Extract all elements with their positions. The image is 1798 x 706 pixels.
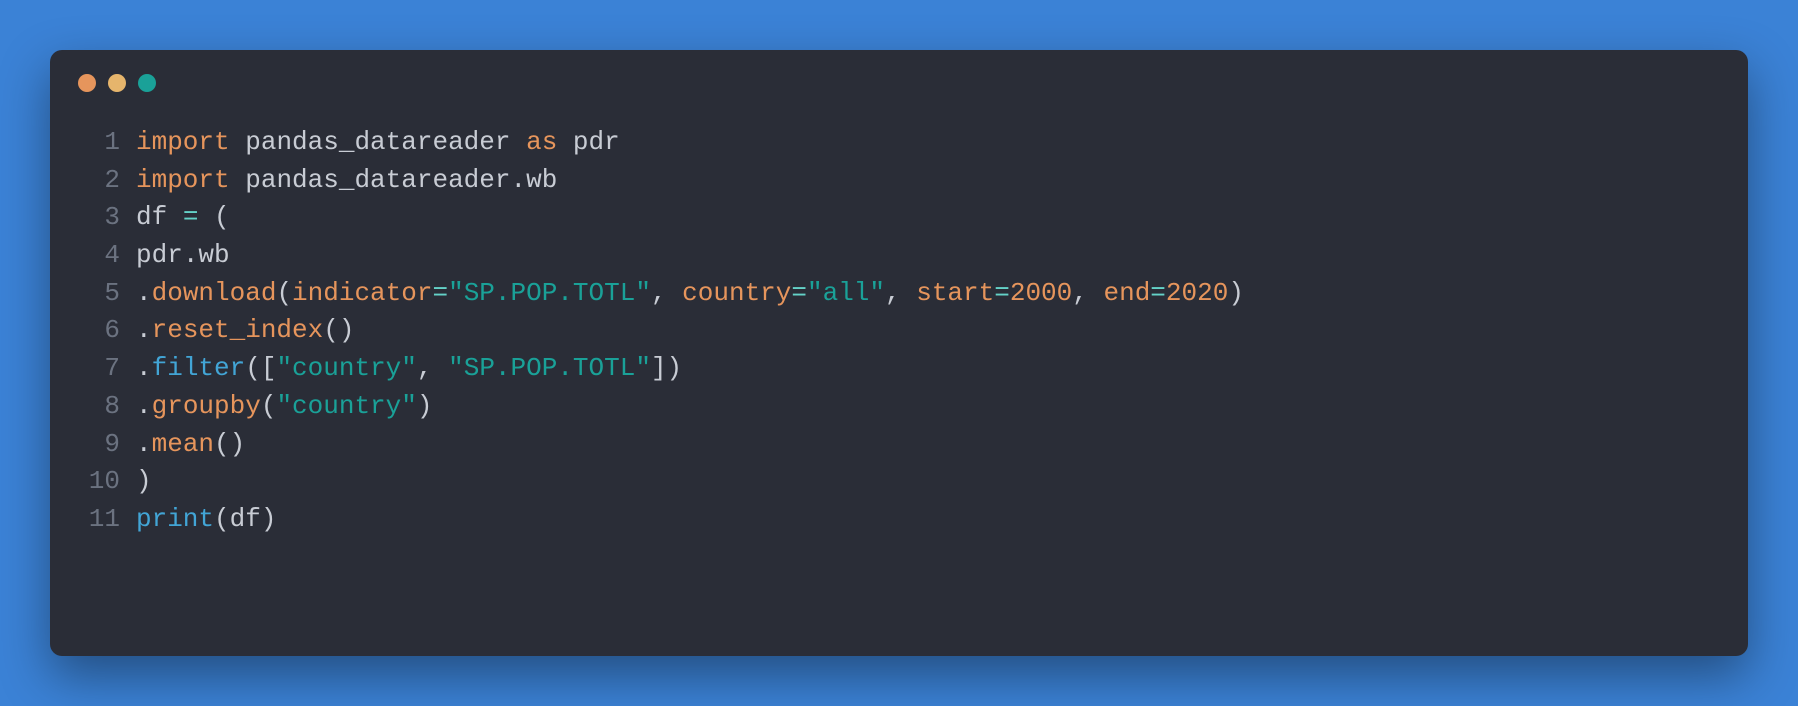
line-number: 9 [78,426,120,464]
line-number: 1 [78,124,120,162]
line-number: 4 [78,237,120,275]
close-icon[interactable] [78,74,96,92]
code-content[interactable]: .download(indicator="SP.POP.TOTL", count… [136,275,1244,313]
line-number: 6 [78,312,120,350]
line-number: 7 [78,350,120,388]
line-number: 10 [78,463,120,501]
code-line[interactable]: 9 .mean() [78,426,1720,464]
minimize-icon[interactable] [108,74,126,92]
code-content[interactable]: .reset_index() [136,312,354,350]
code-content[interactable]: import pandas_datareader as pdr [136,124,620,162]
code-line[interactable]: 8 .groupby("country") [78,388,1720,426]
code-content[interactable]: print(df) [136,501,276,539]
code-content[interactable]: import pandas_datareader.wb [136,162,557,200]
code-content[interactable]: pdr.wb [136,237,230,275]
code-content[interactable]: ) [136,463,152,501]
code-line[interactable]: 1 import pandas_datareader as pdr [78,124,1720,162]
code-content[interactable]: df = ( [136,199,230,237]
code-line[interactable]: 11 print(df) [78,501,1720,539]
code-line[interactable]: 6 .reset_index() [78,312,1720,350]
code-content[interactable]: .groupby("country") [136,388,432,426]
code-line[interactable]: 10) [78,463,1720,501]
code-line[interactable]: 4 pdr.wb [78,237,1720,275]
maximize-icon[interactable] [138,74,156,92]
code-content[interactable]: .mean() [136,426,245,464]
code-line[interactable]: 3 df = ( [78,199,1720,237]
code-line[interactable]: 2 import pandas_datareader.wb [78,162,1720,200]
line-number: 3 [78,199,120,237]
window-titlebar [78,74,1720,92]
code-editor[interactable]: 1 import pandas_datareader as pdr 2 import … [78,124,1720,539]
line-number: 2 [78,162,120,200]
line-number: 11 [78,501,120,539]
code-line[interactable]: 7 .filter(["country", "SP.POP.TOTL"]) [78,350,1720,388]
code-content[interactable]: .filter(["country", "SP.POP.TOTL"]) [136,350,682,388]
line-number: 8 [78,388,120,426]
line-number: 5 [78,275,120,313]
code-window: 1 import pandas_datareader as pdr 2 import … [50,50,1748,656]
code-line[interactable]: 5 .download(indicator="SP.POP.TOTL", coun… [78,275,1720,313]
